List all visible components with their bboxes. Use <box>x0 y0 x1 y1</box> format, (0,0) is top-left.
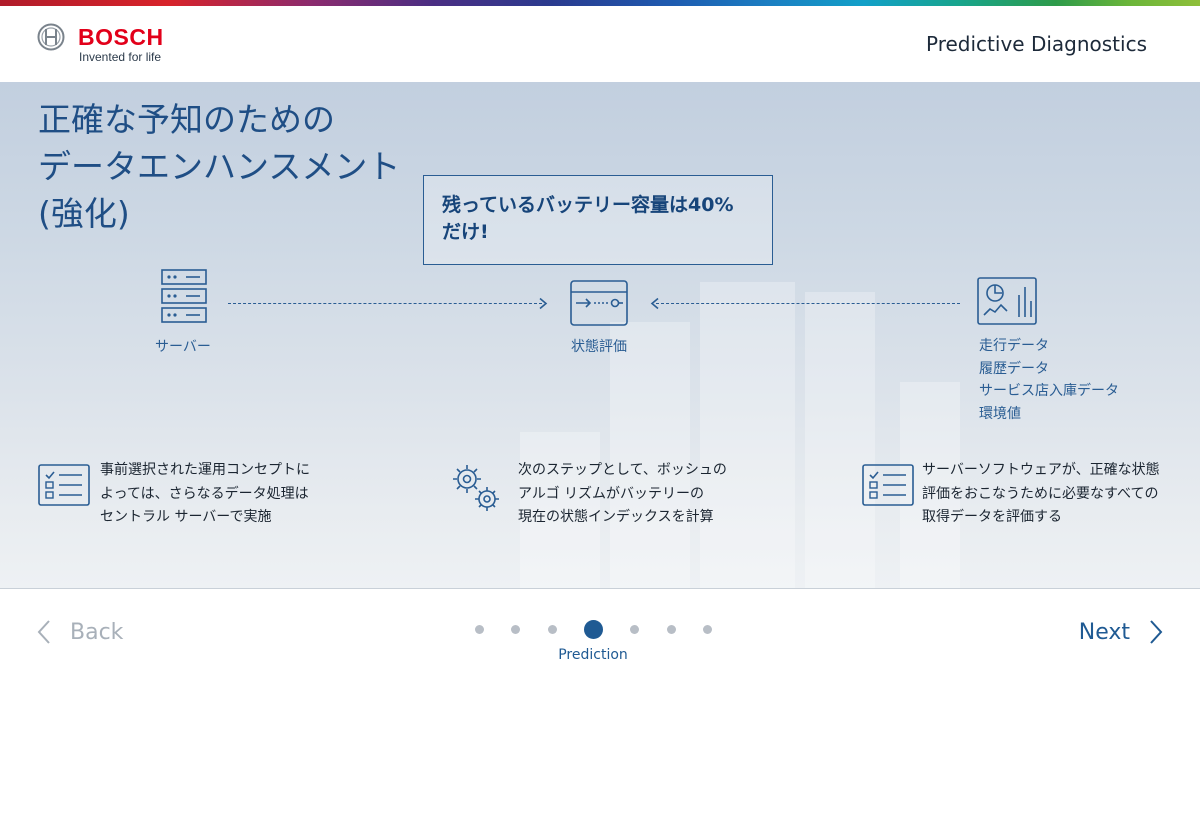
next-label: Next <box>1078 619 1130 645</box>
step-dot[interactable] <box>703 625 712 634</box>
step-dot[interactable] <box>511 625 520 634</box>
hero-title-line: 正確な予知のための <box>38 100 335 139</box>
note-line: 取得データを評価する <box>922 509 1062 525</box>
active-step-label: Prediction <box>558 647 628 663</box>
back-label: Back <box>70 619 124 645</box>
city-background <box>700 282 795 588</box>
note-line: サーバーソフトウェアが、正確な状態 <box>922 462 1160 478</box>
step-indicator <box>470 619 720 639</box>
step-dot[interactable] <box>667 625 676 634</box>
navigation-footer: Back Prediction Next <box>0 589 1200 823</box>
note-line: 次のステップとして、ボッシュの <box>518 462 727 478</box>
step-dot[interactable] <box>475 625 484 634</box>
note-text: サーバーソフトウェアが、正確な状態 評価をおこなうために必要なすべての 取得デー… <box>922 459 1160 530</box>
data-source-item: サービス店入庫データ <box>979 383 1119 399</box>
brand-name: BOSCH <box>78 24 164 50</box>
city-background <box>805 292 875 588</box>
server-icon <box>161 269 207 323</box>
gears-icon <box>453 465 499 511</box>
bosch-armature-icon <box>37 23 65 51</box>
app-title: Predictive Diagnostics <box>926 32 1147 56</box>
note-line: セントラル サーバーで実施 <box>100 509 272 525</box>
chevron-right-icon <box>1150 620 1163 644</box>
server-label: サーバー <box>155 339 211 355</box>
app-header: BOSCH Invented for life Predictive Diagn… <box>0 6 1200 82</box>
battery-callout: 残っているバッテリー容量は40% だけ! <box>423 175 773 265</box>
note-text: 次のステップとして、ボッシュの アルゴ リズムがバッテリーの 現在の状態インデッ… <box>518 459 727 530</box>
callout-line: だけ! <box>442 221 489 243</box>
note-line: よっては、さらなるデータ処理は <box>100 485 309 502</box>
arrow-right-icon <box>539 297 548 310</box>
checklist-icon <box>862 464 914 506</box>
data-dashboard-icon <box>977 277 1037 325</box>
hero-title: 正確な予知のための データエンハンスメント (強化) <box>38 96 458 237</box>
data-to-evaluation-arrow <box>656 303 960 304</box>
hero-panel: 正確な予知のための データエンハンスメント (強化) 残っているバッテリー容量は… <box>0 82 1200 589</box>
data-source-list: 走行データ 履歴データ サービス店入庫データ 環境値 <box>979 335 1119 425</box>
evaluation-icon <box>570 280 628 326</box>
data-source-item: 走行データ <box>979 338 1049 354</box>
checklist-icon <box>38 464 90 506</box>
data-source-item: 履歴データ <box>979 360 1049 377</box>
step-dot[interactable] <box>548 625 557 634</box>
chevron-left-icon <box>37 620 50 644</box>
note-text: 事前選択された運用コンセプトに よっては、さらなるデータ処理は セントラル サー… <box>100 459 310 530</box>
server-to-evaluation-arrow <box>228 303 542 304</box>
callout-line: 残っているバッテリー容量は40% <box>442 194 734 216</box>
hero-title-line: (強化) <box>38 194 130 233</box>
note-line: 事前選択された運用コンセプトに <box>100 462 310 478</box>
city-background <box>610 322 690 588</box>
note-line: 評価をおこなうために必要なすべての <box>922 485 1159 502</box>
evaluation-label: 状態評価 <box>571 339 627 355</box>
back-button[interactable]: Back <box>36 619 123 645</box>
step-dot[interactable] <box>630 625 639 634</box>
brand-slogan: Invented for life <box>79 50 162 64</box>
hero-title-line: データエンハンスメント <box>38 147 401 186</box>
note-line: アルゴ リズムがバッテリーの <box>518 485 705 502</box>
note-line: 現在の状態インデックスを計算 <box>518 509 714 525</box>
step-dot-active[interactable] <box>584 620 603 639</box>
arrow-left-icon <box>650 297 659 310</box>
data-source-item: 環境値 <box>979 405 1021 422</box>
next-button[interactable]: Next <box>1079 619 1164 645</box>
